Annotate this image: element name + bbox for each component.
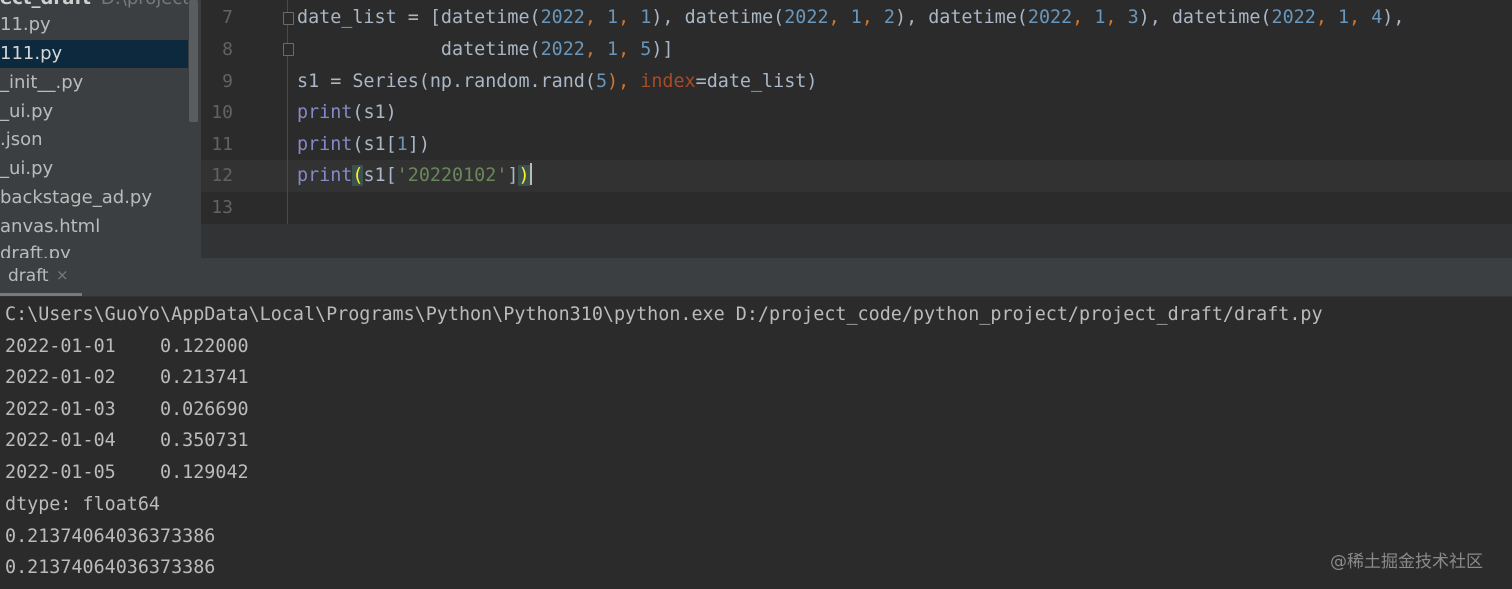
editor-bottom-area	[201, 224, 1512, 258]
code-number: 1	[850, 7, 862, 28]
code-comma: ,	[828, 7, 851, 28]
code-token: (s1)	[352, 102, 397, 123]
code-comma: ,	[1349, 7, 1372, 28]
file-item[interactable]: _ui.py	[0, 155, 188, 183]
code-line-8: datetime(2022, 1, 5)]	[297, 34, 674, 66]
code-token: ]	[507, 165, 519, 186]
console-line: 2022-01-03 0.026690	[5, 399, 249, 420]
code-token: s1[	[363, 165, 397, 186]
line-number: 11	[211, 134, 233, 155]
console-line: 0.21374064036373386	[5, 526, 216, 547]
gutter-separator	[287, 0, 288, 224]
code-comma: ,	[584, 39, 608, 60]
code-token: ])	[407, 134, 430, 155]
code-token: )]	[651, 39, 674, 60]
close-icon[interactable]: ×	[56, 266, 69, 284]
project-tree-panel: ect_draft D:\project_co 11.py 111.py _ini…	[0, 0, 201, 258]
console-line: 2022-01-04 0.350731	[5, 430, 249, 451]
console-line: 2022-01-01 0.122000	[5, 336, 249, 357]
code-number: 5	[595, 71, 608, 92]
code-builtin: print	[297, 165, 353, 186]
console-line: dtype: float64	[5, 494, 161, 515]
code-number: 2022	[540, 7, 585, 28]
code-keyword-arg: index	[640, 71, 696, 92]
code-token: s1 = Series(np.random.rand(	[297, 71, 596, 92]
file-item[interactable]: anvas.html	[0, 213, 188, 241]
console-line: 2022-01-05 0.129042	[5, 462, 249, 483]
code-number: 1	[607, 7, 619, 28]
code-number: 3	[1127, 7, 1139, 28]
console-line: 2022-01-02 0.213741	[5, 367, 249, 388]
code-token: ), datetime(	[651, 7, 785, 28]
line-number: 7	[222, 7, 233, 28]
console-line: C:\Users\GuoYo\AppData\Local\Programs\Py…	[5, 304, 1323, 325]
file-item[interactable]: 11.py	[0, 11, 188, 39]
code-number: 1	[607, 39, 619, 60]
code-comma: ,	[618, 7, 641, 28]
line-number: 8	[222, 39, 233, 60]
code-comma: ,	[861, 7, 884, 28]
code-line-9: s1 = Series(np.random.rand(5), index=dat…	[297, 66, 817, 98]
code-comma: ,	[1105, 7, 1128, 28]
code-number: 4	[1371, 7, 1383, 28]
file-item[interactable]: backstage_ad.py	[0, 184, 188, 212]
file-item[interactable]: draft.py	[0, 240, 188, 258]
text-cursor	[529, 163, 532, 185]
line-number: 9	[222, 71, 233, 92]
code-comma: ,	[1315, 7, 1338, 28]
bracket-match-open: (	[352, 165, 364, 186]
code-token: ),	[1382, 7, 1405, 28]
code-token: =date_list)	[695, 71, 818, 92]
code-line-11: print(s1[1])	[297, 129, 430, 161]
code-comma: ),	[607, 71, 641, 92]
project-root-path: D:\project_co	[101, 0, 188, 9]
bracket-match-close: )	[518, 165, 530, 186]
code-token: ), datetime(	[1138, 7, 1272, 28]
code-token: ), datetime(	[895, 7, 1028, 28]
console-line: 0.21374064036373386	[5, 557, 216, 578]
code-comma: ,	[618, 39, 641, 60]
code-token: datetime(	[297, 39, 541, 60]
run-tab-draft[interactable]: draft ×	[0, 258, 82, 296]
fold-end-icon[interactable]	[283, 43, 294, 56]
file-item[interactable]: .json	[0, 126, 188, 154]
file-item[interactable]: _init__.py	[0, 69, 188, 97]
code-line-10: print(s1)	[297, 97, 397, 129]
line-number: 12	[211, 165, 233, 186]
tree-scrollbar[interactable]	[189, 0, 198, 122]
code-editor[interactable]: 7 8 9 10 11 12 13 date_list = [datetime(…	[201, 0, 1512, 258]
code-number: 2022	[1271, 7, 1316, 28]
code-number: 1	[1094, 7, 1106, 28]
code-number: 1	[1337, 7, 1350, 28]
file-item-selected[interactable]: 111.py	[0, 40, 188, 68]
watermark: @稀土掘金技术社区	[1330, 552, 1483, 572]
code-comma: ,	[584, 7, 608, 28]
code-number: 2022	[1027, 7, 1073, 28]
file-item[interactable]: _ui.py	[0, 98, 188, 126]
code-number: 1	[396, 134, 408, 155]
line-number: 13	[211, 197, 233, 218]
code-number: 2	[883, 7, 895, 28]
code-line-12: print(s1['20220102'])	[297, 160, 532, 192]
run-toolwindow-header: draft ×	[0, 258, 1512, 297]
line-number: 10	[211, 102, 233, 123]
run-console[interactable]: C:\Users\GuoYo\AppData\Local\Programs\Py…	[0, 297, 1512, 589]
code-builtin: print	[297, 102, 353, 123]
code-line-7: date_list = [datetime(2022, 1, 1), datet…	[297, 2, 1404, 34]
fold-start-icon[interactable]	[283, 12, 294, 25]
code-comma: ,	[1072, 7, 1095, 28]
code-token: (s1[	[352, 134, 397, 155]
code-token: date_list = [datetime(	[297, 7, 541, 28]
code-builtin: print	[297, 134, 353, 155]
code-number: 1	[640, 7, 652, 28]
run-tab-label: draft	[8, 266, 49, 286]
code-string: '20220102'	[396, 165, 508, 186]
project-root-name: ect_draft	[0, 0, 91, 9]
code-number: 2022	[540, 39, 585, 60]
code-number: 5	[640, 39, 652, 60]
code-number: 2022	[784, 7, 829, 28]
